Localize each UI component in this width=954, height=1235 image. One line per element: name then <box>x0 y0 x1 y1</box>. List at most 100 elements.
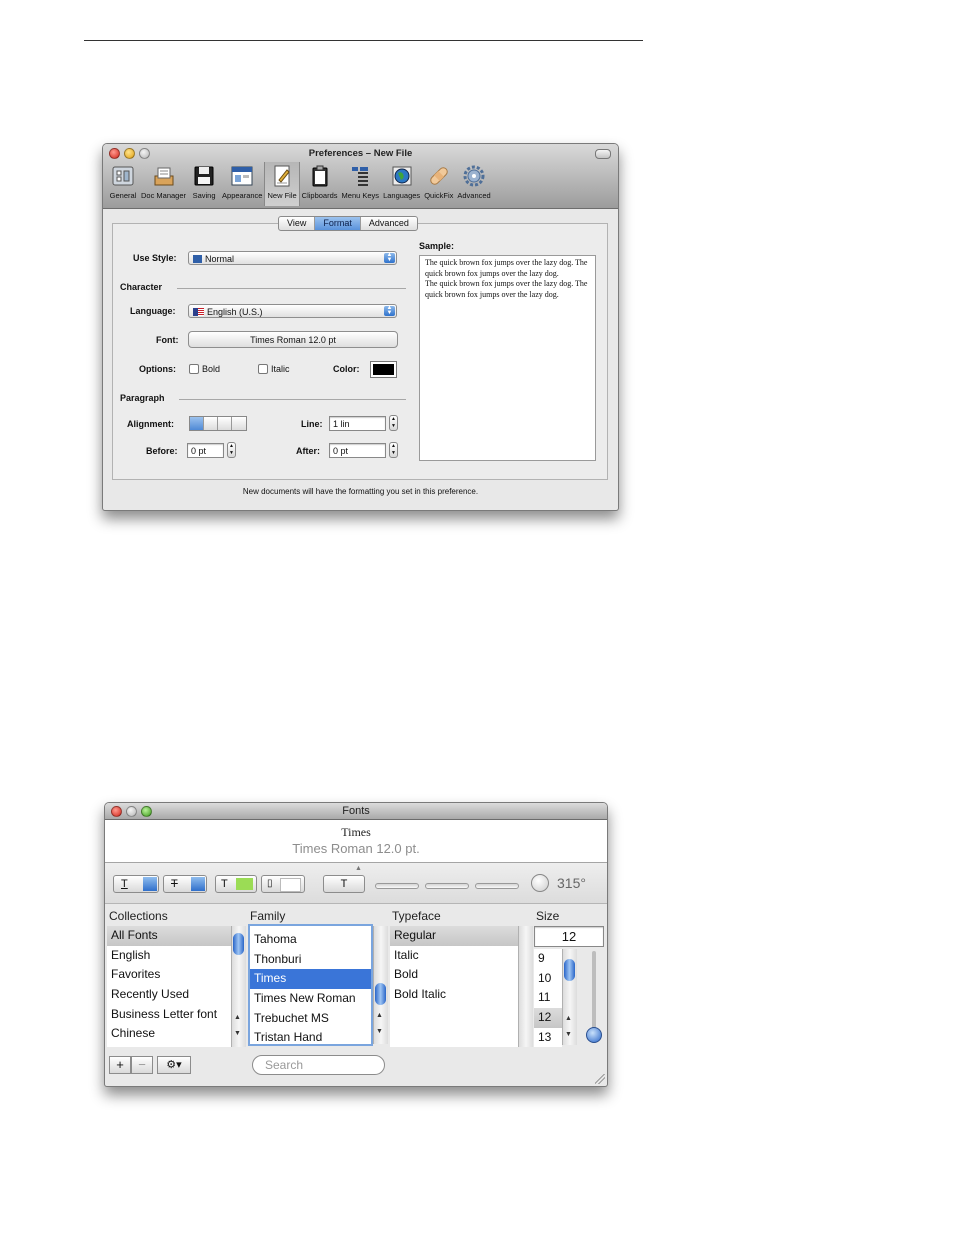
typeface-header: Typeface <box>392 909 441 923</box>
underline-menu-button[interactable]: T <box>113 875 159 893</box>
tab-view[interactable]: View <box>279 217 316 230</box>
scroll-thumb[interactable] <box>564 959 575 981</box>
options-label: Options: <box>139 364 176 374</box>
family-list: Tahoma Thonburi Times Times New Roman Tr… <box>248 924 373 1046</box>
family-header: Family <box>250 909 286 923</box>
list-item[interactable]: 13 <box>534 1028 562 1048</box>
list-item[interactable]: Thonburi <box>250 950 371 970</box>
new-file-icon <box>268 162 296 190</box>
scroll-up-icon[interactable]: ▲ <box>234 1014 241 1021</box>
list-item[interactable]: Bold <box>390 965 518 985</box>
align-center-button[interactable] <box>204 417 218 430</box>
minimize-button[interactable] <box>126 806 137 817</box>
list-item[interactable]: Business Letter font <box>107 1005 231 1025</box>
size-slider-knob[interactable] <box>586 1027 602 1043</box>
list-item[interactable]: Times <box>250 969 371 990</box>
after-field[interactable]: 0 pt <box>329 443 386 458</box>
scroll-up-icon[interactable]: ▲ <box>565 1015 572 1022</box>
shadow-offset-slider[interactable] <box>475 883 519 889</box>
list-item[interactable]: 10 <box>534 969 562 989</box>
remove-collection-button[interactable]: − <box>131 1056 153 1074</box>
list-item[interactable]: Favorites <box>107 965 231 985</box>
shadow-blur-slider[interactable] <box>425 883 469 889</box>
before-stepper[interactable]: ▲ ▼ <box>227 442 236 458</box>
scroll-thumb[interactable] <box>375 983 386 1005</box>
text-color-button[interactable]: T <box>215 875 257 893</box>
line-field[interactable]: 1 lin <box>329 416 386 431</box>
align-left-button[interactable] <box>190 417 204 430</box>
after-stepper[interactable]: ▲ ▼ <box>389 442 398 458</box>
align-justify-button[interactable] <box>232 417 246 430</box>
shadow-button[interactable]: T <box>323 875 365 893</box>
footnote-text: New documents will have the formatting y… <box>242 487 479 496</box>
before-label: Before: <box>146 446 178 456</box>
dropdown-arrow-icon <box>191 877 205 891</box>
search-input[interactable]: Search <box>252 1055 385 1075</box>
action-menu-button[interactable]: ⚙▾ <box>157 1056 191 1074</box>
before-field[interactable]: 0 pt <box>187 443 224 458</box>
font-button[interactable]: Times Roman 12.0 pt <box>188 331 398 348</box>
toolbar-item-languages[interactable]: Languages <box>381 162 422 206</box>
list-item[interactable]: Tahoma <box>250 930 371 950</box>
toolbar-item-saving[interactable]: Saving <box>188 162 220 206</box>
bold-checkbox[interactable] <box>189 364 199 374</box>
toolbar-item-general[interactable]: General <box>107 162 139 206</box>
collections-scrollbar[interactable]: ▲ ▼ <box>231 926 246 1047</box>
zoom-button[interactable] <box>141 806 152 817</box>
popup-arrows-icon: ▲ ▼ <box>384 305 395 316</box>
close-button[interactable] <box>111 806 122 817</box>
italic-checkbox[interactable] <box>258 364 268 374</box>
toolbar-item-clipboards[interactable]: Clipboards <box>300 162 340 206</box>
add-collection-button[interactable]: + <box>109 1056 131 1074</box>
window-title: Preferences – New File <box>308 148 413 159</box>
character-divider <box>177 288 406 289</box>
list-item[interactable]: Regular <box>390 926 518 946</box>
italic-label: Italic <box>271 364 290 374</box>
tab-advanced[interactable]: Advanced <box>361 217 417 230</box>
size-scrollbar[interactable]: ▲ ▼ <box>562 949 577 1045</box>
list-item[interactable]: Tristan Hand <box>250 1028 371 1048</box>
list-item[interactable]: Trebuchet MS <box>250 1009 371 1029</box>
list-item[interactable]: Times New Roman <box>250 989 371 1009</box>
tab-format[interactable]: Format <box>315 217 361 230</box>
family-scrollbar[interactable]: ▲ ▼ <box>373 926 388 1044</box>
list-item[interactable]: English <box>107 946 231 966</box>
scroll-down-icon[interactable]: ▼ <box>376 1028 383 1035</box>
list-item[interactable]: Chinese <box>107 1024 231 1044</box>
list-item[interactable]: Bold Italic <box>390 985 518 1005</box>
shadow-opacity-slider[interactable] <box>375 883 419 889</box>
language-popup[interactable]: English (U.S.) ▲ ▼ <box>188 304 397 318</box>
line-stepper[interactable]: ▲ ▼ <box>389 415 398 431</box>
list-item[interactable]: Italic <box>390 946 518 966</box>
toolbar-item-new-file[interactable]: New File <box>264 162 300 206</box>
toolbar-item-menu-keys[interactable]: Menu Keys <box>340 162 382 206</box>
document-color-button[interactable]: ▯ <box>261 875 305 893</box>
resize-grip-icon[interactable] <box>595 1074 605 1084</box>
scroll-down-icon[interactable]: ▼ <box>234 1030 241 1037</box>
align-right-button[interactable] <box>218 417 232 430</box>
list-item[interactable]: 12 <box>534 1008 562 1028</box>
scroll-up-icon[interactable]: ▲ <box>376 1012 383 1019</box>
list-item[interactable]: 11 <box>534 988 562 1008</box>
scroll-down-icon[interactable]: ▼ <box>565 1031 572 1038</box>
typeface-scrollbar[interactable] <box>518 926 533 1047</box>
bold-label: Bold <box>202 364 221 374</box>
toolbar-item-quickfix[interactable]: QuickFix <box>422 162 455 206</box>
strikethrough-menu-button[interactable]: T <box>163 875 207 893</box>
appearance-icon <box>228 162 256 190</box>
list-item[interactable]: All Fonts <box>107 926 231 946</box>
color-well[interactable] <box>370 361 397 378</box>
shadow-angle-knob[interactable] <box>531 874 549 892</box>
document-icon: ▯ <box>267 878 273 889</box>
toolbar-toggle-button[interactable] <box>595 149 611 159</box>
size-field[interactable]: 12 <box>534 926 604 947</box>
use-style-popup[interactable]: Normal ▲ ▼ <box>188 251 397 265</box>
scroll-thumb[interactable] <box>233 933 244 955</box>
size-slider-track[interactable] <box>592 951 596 1037</box>
toolbar-item-advanced[interactable]: Advanced <box>455 162 492 206</box>
effects-bar: T T T ▯ T ▲ 315° <box>105 863 607 904</box>
list-item[interactable]: Recently Used <box>107 985 231 1005</box>
list-item[interactable]: 9 <box>534 949 562 969</box>
toolbar-item-appearance[interactable]: Appearance <box>220 162 264 206</box>
toolbar-item-doc-manager[interactable]: Doc Manager <box>139 162 188 206</box>
